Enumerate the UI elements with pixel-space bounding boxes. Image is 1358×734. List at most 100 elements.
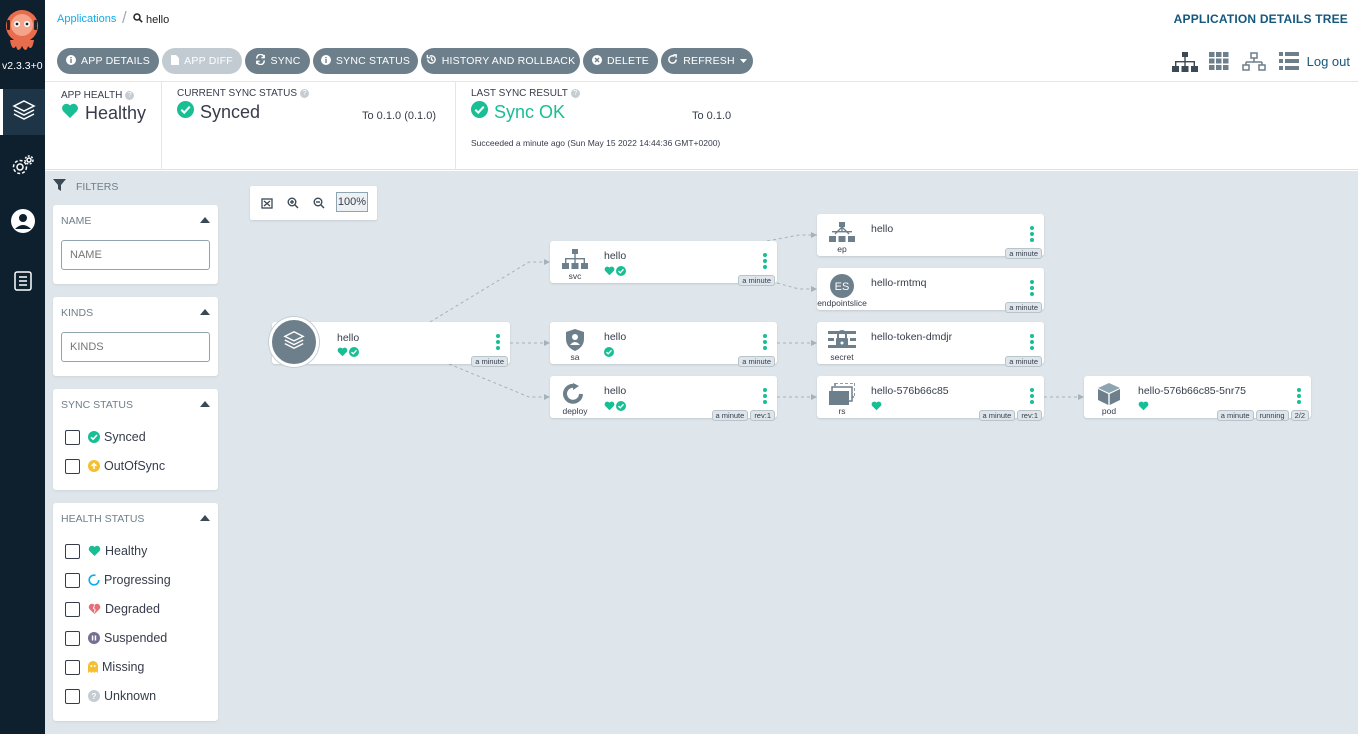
network-view-icon[interactable] xyxy=(1242,52,1266,77)
current-sync-revision[interactable]: To 0.1.0 (0.1.0) xyxy=(362,110,436,122)
current-sync-value: Synced xyxy=(200,101,261,122)
collapse-caret-icon[interactable] xyxy=(200,515,210,521)
endpoints-icon xyxy=(825,219,859,245)
app-node-icon[interactable] xyxy=(269,317,319,367)
node-menu-icon[interactable] xyxy=(1030,280,1034,296)
filter-option-label: Healthy xyxy=(105,544,148,558)
resource-node-svc[interactable]: svc hello a minute xyxy=(550,241,777,286)
info-icon xyxy=(66,54,77,68)
node-menu-icon[interactable] xyxy=(496,334,500,350)
kinds-filter-panel: KINDS xyxy=(53,297,218,376)
node-menu-icon[interactable] xyxy=(1297,388,1301,404)
filter-option-outofsync[interactable]: OutOfSync xyxy=(65,457,165,475)
zoom-in-icon[interactable] xyxy=(285,195,301,211)
filter-option-suspended[interactable]: Suspended xyxy=(65,629,167,647)
checkbox[interactable] xyxy=(65,630,80,646)
node-containers-tag: 2/2 xyxy=(1290,410,1309,421)
sync-label: SYNC xyxy=(270,55,301,67)
file-icon xyxy=(171,54,180,68)
sync-button[interactable]: SYNC xyxy=(245,48,310,74)
logout-link[interactable]: Log out xyxy=(1307,54,1350,69)
node-menu-icon[interactable] xyxy=(1030,226,1034,242)
help-icon[interactable]: ? xyxy=(300,89,310,98)
filter-option-degraded[interactable]: Degraded xyxy=(65,600,160,618)
filter-option-label: Missing xyxy=(102,660,145,674)
refresh-button[interactable]: REFRESH xyxy=(661,48,753,74)
delete-label: DELETE xyxy=(606,55,650,67)
node-kind: pod xyxy=(1101,406,1117,416)
kinds-filter-title: KINDS xyxy=(61,307,94,319)
resource-node-rs[interactable]: rs hello-576b66c85 a minute rev:1 xyxy=(817,376,1044,421)
delete-button[interactable]: DELETE xyxy=(583,48,658,74)
layers-icon xyxy=(12,98,36,127)
pods-view-icon[interactable] xyxy=(1209,52,1229,75)
checkbox[interactable] xyxy=(65,458,80,474)
filter-option-missing[interactable]: Missing xyxy=(65,658,144,676)
nav-item-settings[interactable] xyxy=(0,145,45,191)
spinner-icon xyxy=(88,574,100,586)
zoom-level[interactable]: 100% xyxy=(336,192,368,212)
app-details-button[interactable]: APP DETAILS xyxy=(57,48,159,74)
refresh-icon xyxy=(667,54,678,68)
nav-item-user-info[interactable] xyxy=(0,200,45,246)
node-age-tag: a minute xyxy=(1005,302,1042,313)
node-age-tag: a minute xyxy=(978,410,1016,421)
layers-icon xyxy=(282,329,306,356)
checkbox[interactable] xyxy=(65,429,80,445)
help-icon[interactable]: ? xyxy=(570,89,580,98)
close-circle-icon xyxy=(591,54,602,68)
checkbox[interactable] xyxy=(65,688,80,704)
argo-logo-icon[interactable] xyxy=(2,6,42,56)
resource-node-endpointslice[interactable]: ES endpointslice hello-rmtmq a minute xyxy=(817,268,1044,313)
app-diff-button[interactable]: APP DIFF xyxy=(162,48,242,74)
node-menu-icon[interactable] xyxy=(763,334,767,350)
collapse-caret-icon[interactable] xyxy=(200,309,210,315)
fit-screen-icon[interactable] xyxy=(259,195,275,211)
node-menu-icon[interactable] xyxy=(1030,388,1034,404)
checkbox[interactable] xyxy=(65,572,80,588)
node-name: hello xyxy=(871,223,894,235)
help-icon[interactable]: ? xyxy=(125,91,135,100)
checkbox[interactable] xyxy=(65,601,80,617)
zoom-out-icon[interactable] xyxy=(311,195,327,211)
filters-title: FILTERS xyxy=(76,180,119,193)
last-sync-revision[interactable]: To 0.1.0 xyxy=(692,110,731,122)
last-sync-value: Sync OK xyxy=(494,101,566,122)
check-circle-icon xyxy=(88,431,100,443)
filter-option-unknown[interactable]: ? Unknown xyxy=(65,687,156,705)
status-divider xyxy=(161,82,162,170)
resource-node-sa[interactable]: sa hello a minute xyxy=(550,322,777,367)
resource-node-ep[interactable]: ep hello a minute xyxy=(817,214,1044,259)
resource-node-secret[interactable]: secret hello-token-dmdjr a minute xyxy=(817,322,1044,367)
filters-header[interactable]: FILTERS xyxy=(53,179,118,194)
list-view-icon[interactable] xyxy=(1279,52,1299,75)
resource-node-pod[interactable]: pod hello-576b66c85-5nr75 a minute runni… xyxy=(1084,376,1311,421)
node-menu-icon[interactable] xyxy=(1030,334,1034,350)
collapse-caret-icon[interactable] xyxy=(200,217,210,223)
endpointslice-icon: ES xyxy=(825,273,859,299)
node-menu-icon[interactable] xyxy=(763,253,767,269)
filter-option-synced[interactable]: Synced xyxy=(65,428,146,446)
heart-icon xyxy=(88,545,101,557)
node-menu-icon[interactable] xyxy=(763,388,767,404)
nav-item-applications[interactable] xyxy=(0,89,45,135)
resource-node-deploy[interactable]: deploy hello a minute rev:1 xyxy=(550,376,777,421)
kinds-filter-input[interactable] xyxy=(61,332,210,362)
sync-status-button[interactable]: SYNC STATUS xyxy=(313,48,418,74)
name-filter-input[interactable] xyxy=(61,240,210,270)
nav-item-docs[interactable] xyxy=(0,260,45,306)
filter-option-healthy[interactable]: Healthy xyxy=(65,542,147,560)
node-revision-tag: rev:1 xyxy=(750,410,775,421)
filter-option-progressing[interactable]: Progressing xyxy=(65,571,171,589)
checkbox[interactable] xyxy=(65,659,80,675)
tree-view-icon[interactable] xyxy=(1172,52,1198,77)
left-nav: v2.3.3+0 xyxy=(0,0,45,734)
name-filter-panel: NAME xyxy=(53,205,218,284)
node-tags: a minute xyxy=(738,275,775,286)
history-and-rollback-button[interactable]: HISTORY AND ROLLBACK xyxy=(421,48,580,74)
checkbox[interactable] xyxy=(65,543,80,559)
breadcrumb-applications-link[interactable]: Applications xyxy=(57,13,116,25)
collapse-caret-icon[interactable] xyxy=(200,401,210,407)
resource-tree-canvas[interactable]: 100% hello a minute svc hello a minute s… xyxy=(239,171,1358,734)
node-age-tag: a minute xyxy=(711,410,749,421)
